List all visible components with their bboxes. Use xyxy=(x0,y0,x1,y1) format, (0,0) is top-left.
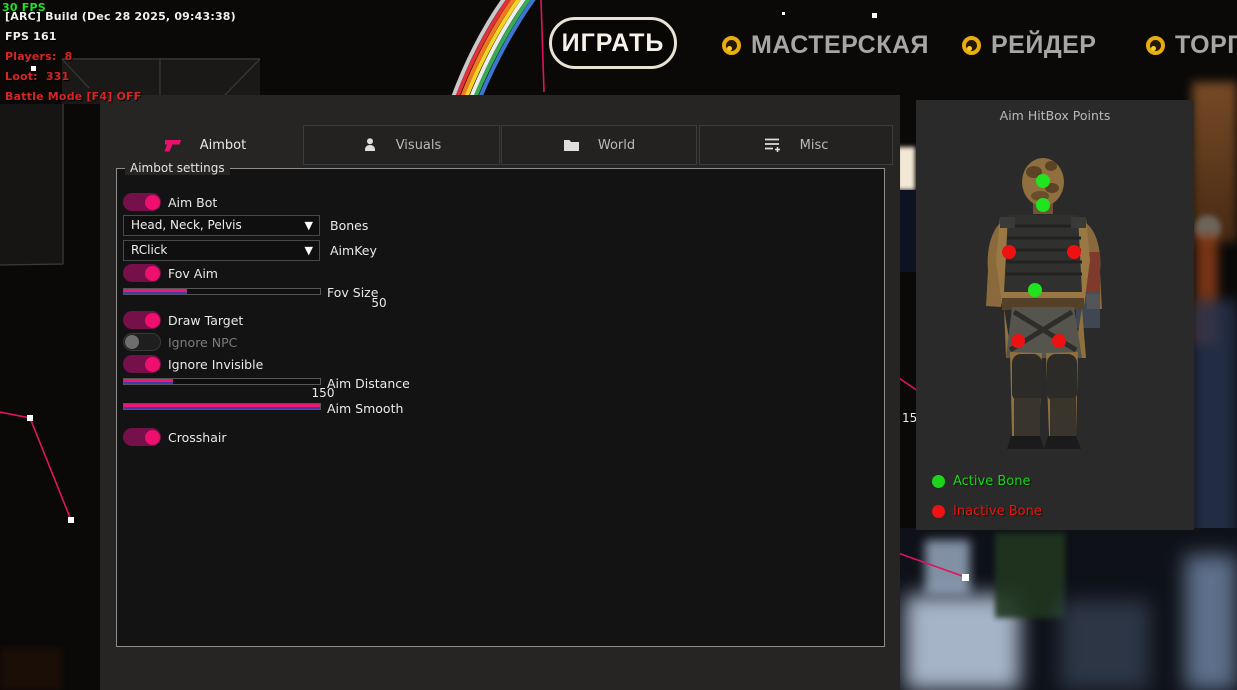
toggle-knob xyxy=(145,430,160,445)
active-bone-dot-icon xyxy=(932,475,945,488)
draw-target-toggle[interactable] xyxy=(123,311,161,329)
bones-dropdown[interactable]: Head, Neck, Pelvis ▼ xyxy=(123,215,320,236)
slider-fill xyxy=(124,289,187,294)
fps-counter: FPS 161 xyxy=(5,30,57,43)
crosshair-label: Crosshair xyxy=(168,430,226,445)
ignore-invisible-label: Ignore Invisible xyxy=(168,357,263,372)
fov-aim-label: Fov Aim xyxy=(168,266,218,281)
coin-icon xyxy=(1146,36,1165,55)
slider-fill xyxy=(124,379,173,384)
legend-label: Active Bone xyxy=(953,474,1030,489)
player-model xyxy=(916,100,1194,530)
aim-bot-label: Aim Bot xyxy=(168,195,217,210)
battle-mode-status: Battle Mode [F4] OFF xyxy=(5,90,141,103)
bones-dropdown-value: Head, Neck, Pelvis xyxy=(131,218,242,232)
menu-item-raider[interactable]: РЕЙДЕР xyxy=(962,28,1096,62)
ignore-npc-label: Ignore NPC xyxy=(168,335,237,350)
menu-item-label: РЕЙДЕР xyxy=(991,31,1096,60)
legend-active-bone: Active Bone xyxy=(932,474,1030,489)
toggle-knob xyxy=(145,266,160,281)
pistol-icon xyxy=(164,137,182,153)
tab-aimbot[interactable]: Aimbot xyxy=(107,125,303,165)
screen: 30 FPS [ARC] Build (Dec 28 2025, 09:43:3… xyxy=(0,0,1237,690)
aim-smooth-slider[interactable] xyxy=(123,403,321,410)
head-bone-dot[interactable] xyxy=(1036,174,1050,188)
playlist-add-icon xyxy=(764,137,782,153)
loot-counter: Loot: 331 xyxy=(5,70,69,83)
section-title: Aimbot settings xyxy=(125,161,230,175)
bones-label: Bones xyxy=(330,218,368,233)
ignore-npc-toggle[interactable] xyxy=(123,333,161,351)
toggle-knob xyxy=(145,313,160,328)
aimkey-dropdown[interactable]: RClick ▼ xyxy=(123,240,320,261)
aim-distance-label: Aim Distance xyxy=(327,376,410,391)
coin-icon xyxy=(722,36,741,55)
neck-bone-dot[interactable] xyxy=(1036,198,1050,212)
slider-fill xyxy=(124,404,320,409)
tab-visuals[interactable]: Visuals xyxy=(303,125,500,165)
crosshair-toggle[interactable] xyxy=(123,428,161,446)
aimkey-label: AimKey xyxy=(330,243,377,258)
hitbox-panel: Aim HitBox Points xyxy=(916,100,1194,530)
tab-world[interactable]: World xyxy=(501,125,697,165)
build-info: [ARC] Build (Dec 28 2025, 09:43:38) xyxy=(5,10,236,23)
aim-distance-value-wrap: 150 xyxy=(123,386,323,400)
toggle-knob xyxy=(145,195,160,210)
tab-label: Visuals xyxy=(396,138,442,153)
chevron-down-icon: ▼ xyxy=(305,241,313,260)
play-button[interactable]: ИГРАТЬ xyxy=(549,17,677,69)
menu-item-trade[interactable]: ТОРГО xyxy=(1146,28,1237,62)
folder-icon xyxy=(563,138,580,152)
right-thigh-bone-dot[interactable] xyxy=(1052,334,1066,348)
coin-icon xyxy=(962,36,981,55)
person-icon xyxy=(362,137,378,153)
aim-smooth-value-wrap: 15.000 xyxy=(123,411,923,425)
fov-aim-toggle[interactable] xyxy=(123,264,161,282)
left-shoulder-bone-dot[interactable] xyxy=(1002,245,1016,259)
tab-label: World xyxy=(598,138,635,153)
menu-item-workshop[interactable]: МАСТЕРСКАЯ xyxy=(722,28,929,62)
tab-label: Aimbot xyxy=(200,138,246,153)
ignore-invisible-toggle[interactable] xyxy=(123,355,161,373)
cheat-menu-panel: Aimbot Visuals World Misc Aimbot setting… xyxy=(100,95,900,690)
toggle-knob xyxy=(145,357,160,372)
legend-inactive-bone: Inactive Bone xyxy=(932,504,1042,519)
aim-smooth-label: Aim Smooth xyxy=(327,401,403,416)
chevron-down-icon: ▼ xyxy=(305,216,313,235)
tab-misc[interactable]: Misc xyxy=(699,125,893,165)
left-thigh-bone-dot[interactable] xyxy=(1011,334,1025,348)
aim-distance-slider[interactable] xyxy=(123,378,321,385)
fov-size-label: Fov Size xyxy=(327,285,378,300)
menu-item-label: МАСТЕРСКАЯ xyxy=(751,31,929,60)
toggle-knob xyxy=(125,335,139,349)
aimkey-dropdown-value: RClick xyxy=(131,243,167,257)
pelvis-bone-dot[interactable] xyxy=(1028,283,1042,297)
tab-label: Misc xyxy=(800,138,829,153)
menu-item-label: ТОРГО xyxy=(1175,31,1237,60)
inactive-bone-dot-icon xyxy=(932,505,945,518)
players-counter: Players: 8 xyxy=(5,50,72,63)
fov-size-slider[interactable] xyxy=(123,288,321,295)
right-shoulder-bone-dot[interactable] xyxy=(1067,245,1081,259)
draw-target-label: Draw Target xyxy=(168,313,243,328)
legend-label: Inactive Bone xyxy=(953,504,1042,519)
aim-bot-toggle[interactable] xyxy=(123,193,161,211)
